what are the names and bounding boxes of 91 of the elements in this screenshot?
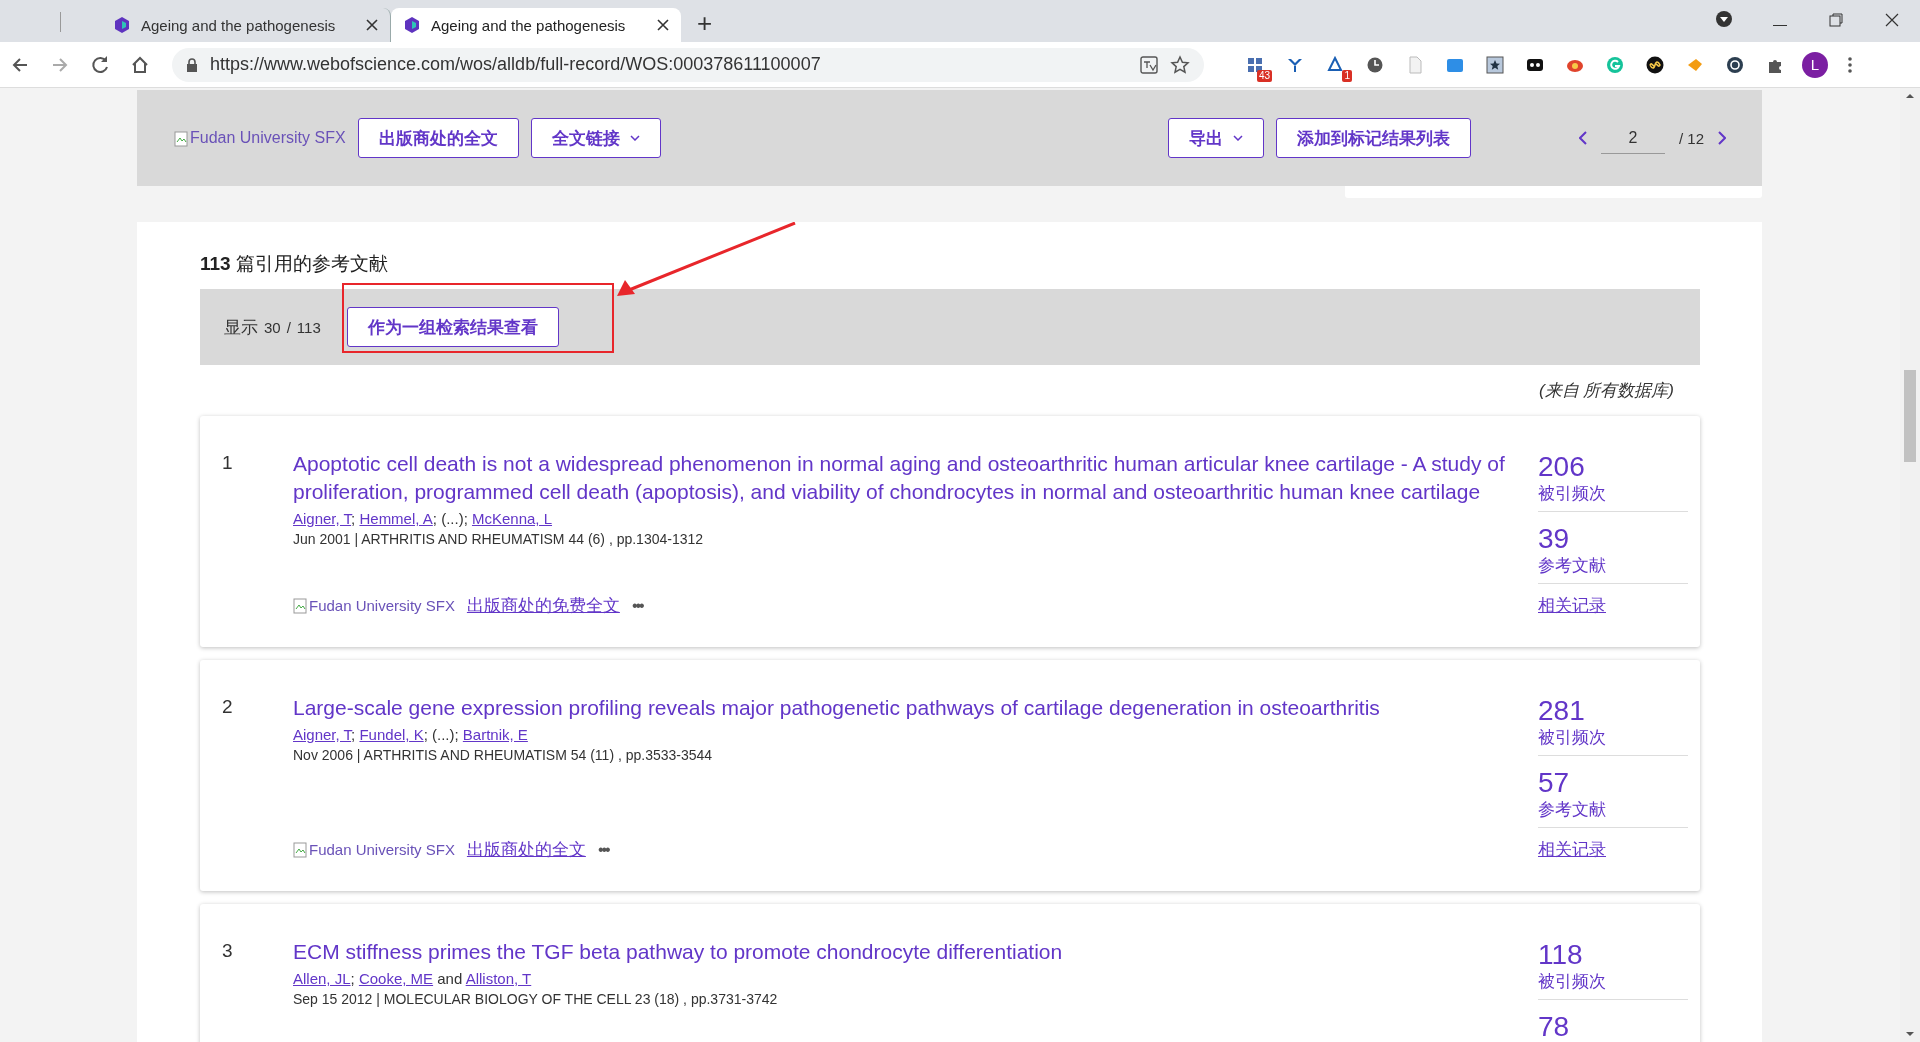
caret-icon — [629, 135, 640, 141]
extension-button[interactable]: 43 — [1238, 47, 1272, 82]
page-icon — [1406, 55, 1424, 74]
infinity-icon — [1646, 55, 1664, 74]
source-note: (来自 所有数据库) — [1537, 380, 1675, 402]
broken-image[interactable]: Fudan University SFX — [174, 129, 346, 147]
view-as-results-button[interactable]: 作为一组检索结果查看 — [346, 307, 559, 347]
author-separator: ; — [351, 726, 357, 743]
address-bar[interactable]: https://www.webofscience.com/wos/alldb/full-record/WOS:000378611100007 — [172, 47, 1204, 82]
references-count[interactable]: 39 — [1538, 524, 1570, 554]
profile-avatar[interactable]: L — [1802, 51, 1828, 78]
author-link[interactable]: Alliston, T — [465, 970, 532, 987]
author-link[interactable]: Fundel, K — [359, 726, 424, 743]
author-link[interactable]: Bartnik, E — [462, 726, 528, 743]
times-cited-count[interactable]: 118 — [1538, 940, 1583, 970]
times-cited-label[interactable]: 被引频次 — [1538, 482, 1606, 505]
references-count[interactable]: 78 — [1538, 1012, 1570, 1042]
tab-search-icon[interactable] — [1715, 9, 1733, 28]
broken-image[interactable]: Fudan University SFX — [293, 597, 455, 614]
caret-icon — [1232, 135, 1243, 141]
clock-icon — [1366, 55, 1384, 74]
shown-count: 30 — [264, 318, 281, 336]
site-logo-icon — [403, 16, 421, 34]
record-number: 1 — [222, 451, 234, 475]
author-link[interactable]: Hemmel, A — [359, 510, 433, 527]
new-tab-button[interactable]: + — [697, 8, 713, 38]
g-icon — [1606, 55, 1624, 74]
references-label[interactable]: 参考文献 — [1538, 554, 1606, 577]
menu-icon[interactable] — [1848, 56, 1852, 73]
count-separator: / — [286, 318, 291, 336]
broken-image-icon — [293, 598, 307, 614]
references-count[interactable]: 57 — [1538, 768, 1570, 798]
record-title-link[interactable]: Large-scale gene expression profiling reveals major pathogenetic pathways of cartilage degeneration in osteoarthritis — [293, 694, 1508, 722]
broken-image[interactable]: Fudan University SFX — [293, 841, 455, 858]
dropdown-button[interactable]: 导出 — [1167, 118, 1264, 158]
toolbar-button[interactable]: 添加到标记结果列表 — [1275, 118, 1471, 158]
full-text-link[interactable]: 出版商处的全文 — [466, 838, 586, 861]
scrollbar-thumb[interactable] — [1904, 370, 1916, 462]
restore-icon[interactable] — [1829, 12, 1843, 27]
times-cited-label[interactable]: 被引频次 — [1538, 970, 1606, 993]
related-records-link[interactable]: 相关记录 — [1538, 840, 1606, 859]
record-source: Nov 2006 | ARTHRITIS AND RHEUMATISM 54 (11) , pp.3533-3544 — [293, 747, 714, 763]
record-source: Sep 15 2012 | MOLECULAR BIOLOGY OF THE CELL 23 (18) , pp.3731-3742 — [293, 991, 779, 1007]
close-icon[interactable] — [1885, 12, 1899, 27]
author-separator: ; (...); — [423, 726, 460, 743]
url-text: https://www.webofscience.com/wos/alldb/full-record/WOS:000378611100007 — [210, 54, 822, 75]
minimize-icon[interactable] — [1773, 24, 1787, 27]
triangle-icon — [1326, 55, 1344, 74]
extension-badge: 1 — [1342, 69, 1352, 82]
times-cited-count[interactable]: 206 — [1538, 452, 1585, 482]
bookmark-star-icon[interactable] — [1170, 54, 1190, 75]
record-title-link[interactable]: ECM stiffness primes the TGF beta pathway to promote chondrocyte differentiation — [293, 938, 1508, 966]
close-icon[interactable] — [657, 19, 669, 31]
site-logo-icon — [113, 16, 131, 34]
record-source: Jun 2001 | ARTHRITIS AND RHEUMATISM 44 (6) , pp.1304-1312 — [293, 531, 705, 547]
total-count: 113 — [296, 318, 321, 336]
author-link[interactable]: Cooke, ME — [358, 970, 434, 987]
tab-title: Ageing and the pathogenesis — [431, 16, 627, 34]
browser-tab[interactable]: Ageing and the pathogenesis — [391, 8, 681, 42]
record-number: 2 — [222, 695, 234, 719]
times-cited-count[interactable]: 281 — [1538, 696, 1585, 726]
extension-button[interactable]: 1 — [1318, 47, 1352, 82]
dropdown-button[interactable]: 全文链接 — [530, 118, 661, 158]
tab-title: Ageing and the pathogenesis — [141, 16, 337, 34]
extension-badge: 43 — [1256, 69, 1272, 82]
times-cited-label[interactable]: 被引频次 — [1538, 726, 1606, 749]
author-separator: and — [436, 970, 464, 987]
author-separator: ; (...); — [432, 510, 469, 527]
previous-page-icon[interactable] — [1578, 131, 1587, 145]
more-options-button[interactable]: ••• — [597, 840, 609, 859]
broken-image-icon — [174, 131, 188, 147]
author-link[interactable]: McKenna, L — [472, 510, 553, 527]
record-number: 3 — [222, 939, 234, 963]
page-field[interactable]: 2 — [1600, 122, 1665, 154]
more-options-button[interactable]: ••• — [631, 596, 643, 615]
record-title-link[interactable]: Apoptotic cell death is not a widespread phenomenon in normal aging and osteoarthritic human articular knee cartilage - A study of proliferation, programmed cell death (apoptosis), and viability of chondrocytes in normal and osteoarthritic human knee cartilage — [293, 450, 1508, 506]
references-label[interactable]: 参考文献 — [1538, 798, 1606, 821]
translate-icon[interactable] — [1140, 55, 1158, 74]
author-link[interactable]: Allen, JL — [293, 970, 351, 987]
close-icon[interactable] — [366, 19, 378, 31]
related-records-link[interactable]: 相关记录 — [1538, 596, 1606, 615]
show-label: 显示 — [224, 316, 258, 339]
lock-icon — [186, 57, 198, 72]
next-page-icon[interactable] — [1718, 131, 1726, 145]
broken-image-icon — [293, 842, 307, 858]
page-total: / 12 — [1678, 129, 1704, 147]
toolbar-button[interactable]: 出版商处的全文 — [357, 118, 519, 158]
references-heading: 113 篇引用的参考文献 — [200, 253, 388, 274]
author-separator: ; — [351, 510, 357, 527]
full-text-link[interactable]: 出版商处的免费全文 — [466, 594, 620, 617]
author-separator: ; — [350, 970, 356, 987]
